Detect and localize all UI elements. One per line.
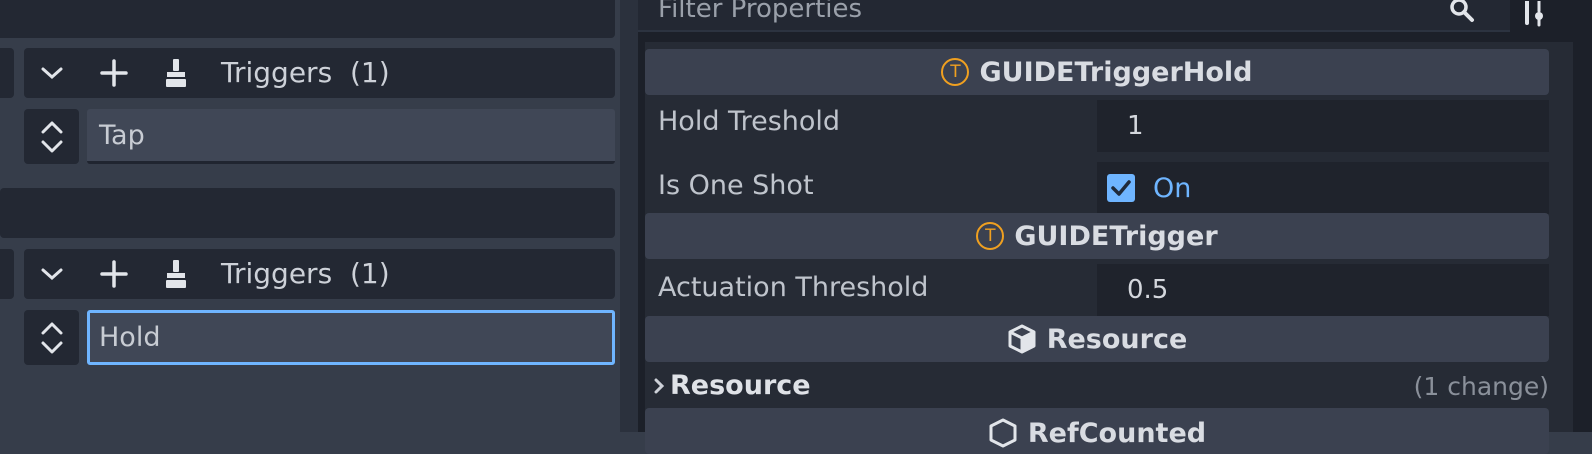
filter-placeholder: Filter Properties	[658, 0, 863, 24]
section-header-guidetrigger[interactable]: T GUIDETrigger	[645, 213, 1549, 259]
trigger-option-value: Tap	[99, 119, 145, 151]
section-title: Resource	[1046, 323, 1188, 355]
triggers-count: (1)	[350, 257, 390, 290]
section-header-resource[interactable]: Resource	[645, 316, 1549, 362]
property-value: 1	[1127, 111, 1144, 141]
section-title: GUIDETrigger	[1014, 220, 1218, 252]
panel-splitter[interactable]	[620, 0, 638, 432]
filter-properties-input[interactable]: Filter Properties	[638, 0, 1510, 32]
trigger-T-icon: T	[941, 58, 970, 86]
property-label-actuation-threshold: Actuation Threshold	[658, 272, 929, 303]
property-label-is-one-shot: Is One Shot	[658, 170, 814, 201]
tools-icon[interactable]	[1512, 0, 1556, 28]
section-header-guidetriggerhold[interactable]: T GUIDETriggerHold	[645, 49, 1549, 95]
plus-icon[interactable]	[98, 57, 130, 89]
checkmark-icon	[1107, 174, 1135, 202]
trigger-option-value: Hold	[99, 322, 161, 353]
spinner-button[interactable]	[24, 310, 79, 365]
broom-icon[interactable]	[160, 56, 192, 90]
triggers-label: Triggers	[221, 56, 333, 89]
triggers-header-2: Triggers (1)	[24, 249, 615, 299]
spinner-button[interactable]	[24, 109, 79, 164]
triggers-header-1: Triggers (1)	[24, 48, 615, 98]
chevron-down-icon[interactable]	[36, 57, 68, 89]
broom-icon[interactable]	[160, 257, 192, 291]
inspector-content: T GUIDETriggerHold Hold Treshold 1 Is On…	[645, 42, 1573, 454]
trigger-option-select[interactable]: Tap	[87, 109, 615, 164]
row-left-edge	[0, 48, 14, 98]
chevron-right-icon	[654, 378, 665, 394]
section-title: GUIDETriggerHold	[979, 56, 1253, 88]
trigger-option-select[interactable]: Hold	[87, 310, 615, 365]
action-row-middle	[0, 188, 615, 238]
cube-icon	[989, 418, 1017, 448]
section-header-refcounted[interactable]: RefCounted	[645, 408, 1549, 454]
row-left-edge	[0, 249, 14, 299]
property-value: 0.5	[1127, 275, 1169, 305]
section-title: RefCounted	[1027, 418, 1207, 449]
triggers-count: (1)	[350, 56, 390, 89]
hold-treshold-spinbox[interactable]: 1	[1097, 100, 1549, 152]
actuation-threshold-spinbox[interactable]: 0.5	[1097, 264, 1549, 316]
cube-icon	[1008, 324, 1036, 354]
chevron-down-icon[interactable]	[36, 258, 68, 290]
actions-panel: Triggers (1) Tap Triggers (1) Hold	[0, 0, 620, 432]
resource-subsection-toggle[interactable]: Resource (1 change)	[645, 366, 1549, 406]
checkbox-state-label: On	[1153, 172, 1192, 204]
change-count: (1 change)	[1413, 372, 1549, 401]
triggers-label: Triggers	[221, 257, 333, 290]
up-down-arrows-icon	[41, 322, 62, 353]
is-one-shot-checkbox[interactable]: On	[1097, 162, 1549, 214]
search-icon	[1446, 0, 1478, 26]
action-row-top	[0, 0, 615, 38]
subsection-label: Resource	[670, 370, 811, 401]
trigger-T-icon: T	[976, 222, 1005, 250]
up-down-arrows-icon	[41, 121, 62, 152]
property-label-hold-treshold: Hold Treshold	[658, 106, 841, 137]
plus-icon[interactable]	[98, 258, 130, 290]
